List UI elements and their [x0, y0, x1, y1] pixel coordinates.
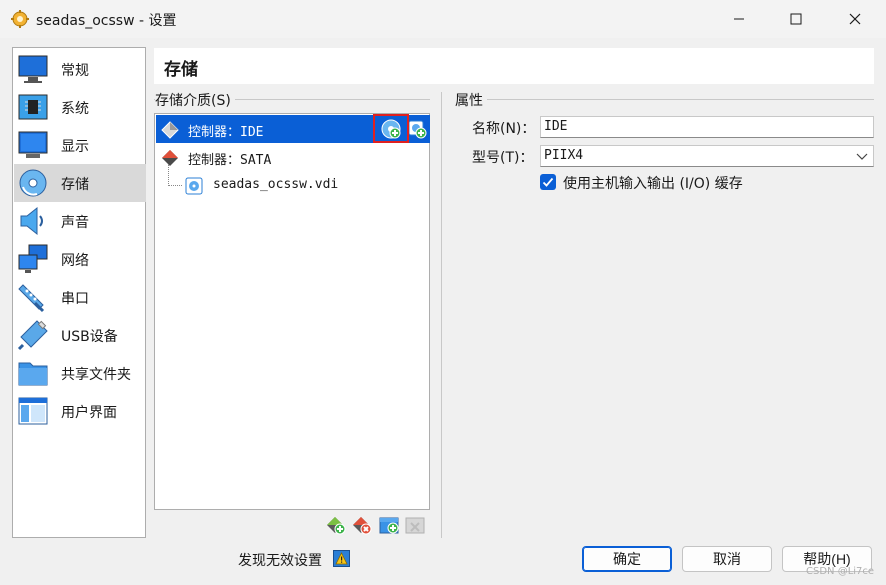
maximize-icon [790, 13, 802, 25]
sidebar-item-audio[interactable]: 声音 [14, 202, 146, 240]
storage-tree[interactable]: 控制器：IDE 控制器：SATA seadas_ocssw.vdi [154, 113, 430, 510]
invalid-settings-status: 发现无效设置 [238, 553, 322, 569]
window-title: seadas_ocssw - 设置 [36, 13, 177, 29]
shared-folder-icon [18, 362, 48, 386]
usb-icon [17, 320, 48, 351]
close-button[interactable] [832, 0, 878, 38]
minimize-icon [734, 18, 744, 20]
sidebar-item-display[interactable]: 显示 [14, 126, 146, 164]
sidebar-item-label: 系统 [61, 101, 89, 117]
general-monitor-icon [18, 55, 48, 83]
io-cache-label: 使用主机输入输出 (I/O) 缓存 [563, 176, 743, 192]
add-controller-icon[interactable] [326, 515, 346, 535]
sidebar-item-label: 存储 [61, 177, 89, 193]
sidebar-item-general[interactable]: 常规 [14, 50, 146, 88]
panel-separator [441, 92, 442, 538]
audio-speaker-icon [20, 206, 43, 236]
hard-disk-icon [185, 177, 203, 195]
sidebar-item-serial[interactable]: 串口 [14, 278, 146, 316]
highlight-annotation-box [373, 114, 409, 143]
type-select-value: PIIX4 [544, 148, 584, 163]
sidebar-item-label: 串口 [61, 291, 89, 307]
properties-group-label: 属性 [455, 90, 487, 110]
name-field-value: IDE [544, 119, 568, 134]
sidebar-item-label: 网络 [61, 253, 89, 269]
sidebar-item-label: 共享文件夹 [61, 367, 131, 383]
ok-button[interactable]: 确定 [582, 546, 672, 572]
serial-port-icon [18, 284, 45, 313]
maximize-button[interactable] [773, 0, 819, 38]
tree-item-label: seadas_ocssw.vdi [213, 177, 339, 192]
sidebar-item-label: 常规 [61, 63, 89, 79]
minimize-button[interactable] [716, 0, 762, 38]
close-icon [849, 13, 861, 25]
user-interface-icon [18, 397, 48, 425]
tree-item-hard-disk[interactable]: seadas_ocssw.vdi [156, 171, 430, 199]
sidebar-item-label: 显示 [61, 139, 89, 155]
storage-group-label: 存储介质(S) [155, 90, 235, 110]
sidebar-item-storage[interactable]: 存储 [14, 164, 146, 202]
network-icon [18, 244, 48, 273]
name-label: 名称(N)： [472, 121, 536, 137]
remove-controller-icon[interactable] [352, 515, 372, 535]
page-title: 存储 [164, 60, 198, 80]
add-attachment-icon[interactable] [379, 515, 399, 535]
sidebar-item-network[interactable]: 网络 [14, 240, 146, 278]
sidebar-item-label: USB设备 [61, 329, 118, 345]
type-select[interactable]: PIIX4 [540, 145, 874, 167]
sidebar-item-system[interactable]: 系统 [14, 88, 146, 126]
type-label: 型号(T)： [472, 150, 534, 166]
add-hard-disk-icon[interactable] [407, 119, 427, 139]
io-cache-checkbox[interactable] [540, 174, 556, 190]
ide-controller-icon [161, 121, 179, 139]
cancel-button[interactable]: 取消 [682, 546, 772, 572]
sidebar-item-user-interface[interactable]: 用户界面 [14, 392, 146, 430]
checkmark-icon [542, 177, 554, 187]
storage-disk-icon [19, 169, 47, 197]
properties-group-line [455, 99, 874, 100]
remove-attachment-icon[interactable] [405, 515, 425, 535]
chevron-down-icon [856, 153, 868, 160]
tree-item-sata-controller[interactable]: 控制器：SATA [156, 143, 430, 171]
tree-item-label: 控制器：SATA [188, 153, 272, 168]
sidebar-item-label: 声音 [61, 215, 89, 231]
page-header: 存储 [154, 48, 874, 84]
settings-sidebar: 常规 系统 显示 存储 声音 网络 串口 USB设备 共享文件夹 用户界面 [12, 47, 146, 538]
sidebar-item-shared-folders[interactable]: 共享文件夹 [14, 354, 146, 392]
warning-icon[interactable] [333, 550, 350, 567]
name-field[interactable]: IDE [540, 116, 874, 138]
sidebar-item-label: 用户界面 [61, 405, 117, 421]
title-bar: seadas_ocssw - 设置 [0, 0, 886, 38]
display-monitor-icon [18, 131, 48, 158]
system-chip-icon [18, 94, 48, 120]
watermark: CSDN @Li7ce [806, 566, 875, 577]
sidebar-item-usb[interactable]: USB设备 [14, 316, 146, 354]
gear-app-icon [11, 10, 29, 28]
tree-item-label: 控制器：IDE [188, 125, 264, 140]
